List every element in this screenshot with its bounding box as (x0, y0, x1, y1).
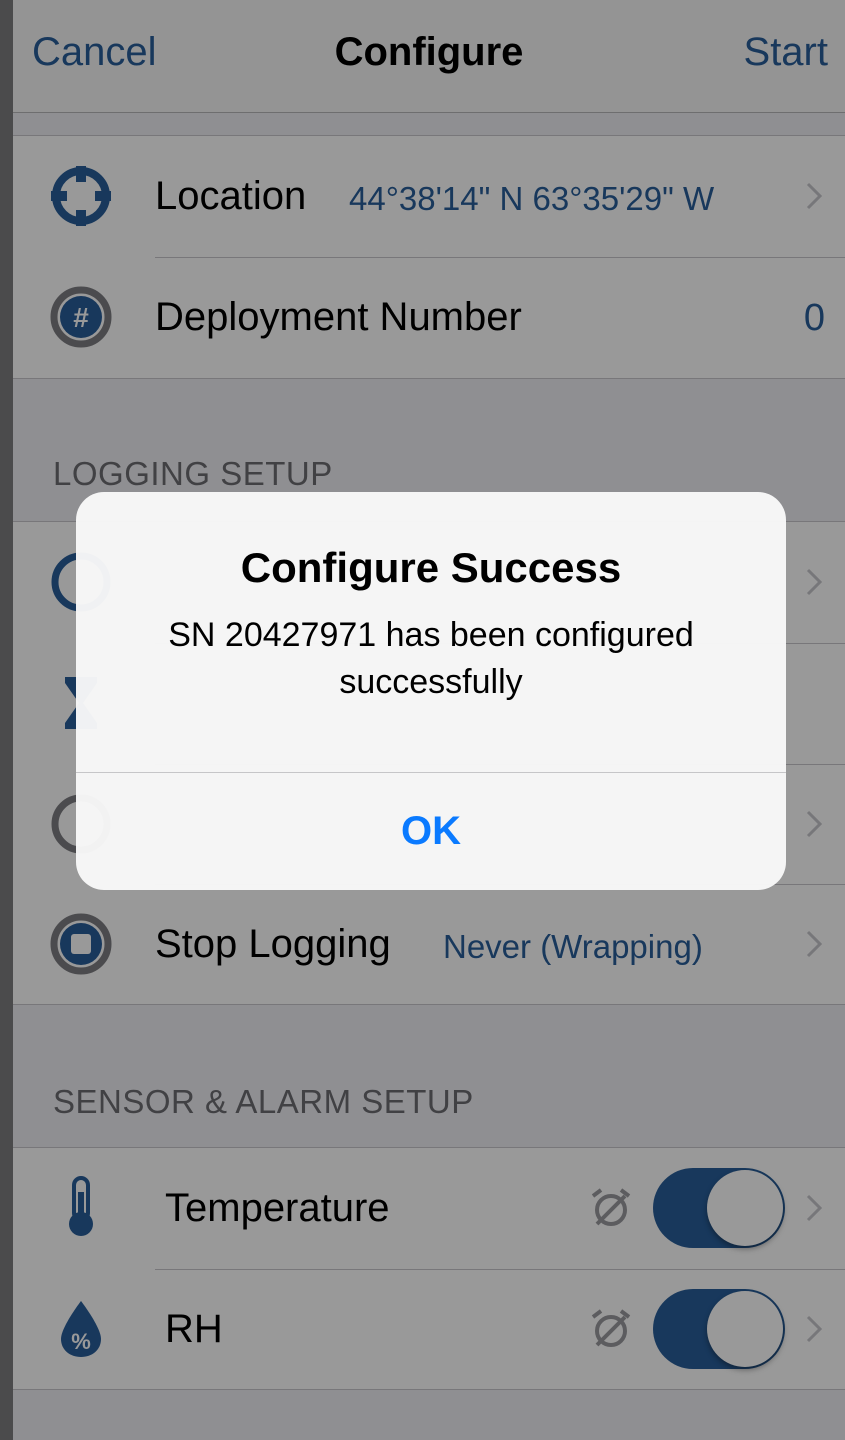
ok-button[interactable]: OK (76, 773, 786, 890)
alert-message: SN 20427971 has been configured successf… (168, 616, 694, 701)
success-alert: Configure Success SN 20427971 has been c… (76, 492, 786, 890)
alert-title: Configure Success (240, 544, 622, 591)
